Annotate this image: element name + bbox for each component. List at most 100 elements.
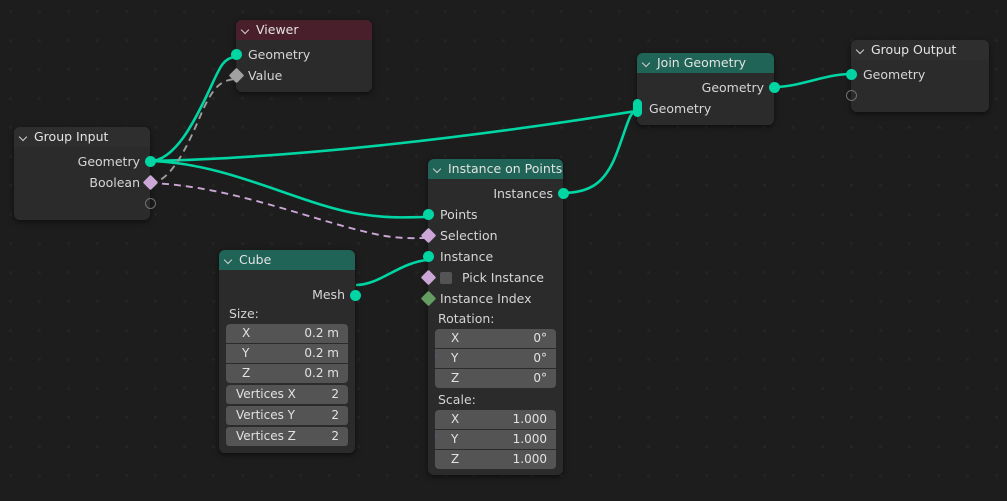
socket-geometry-output[interactable]	[144, 156, 156, 167]
chevron-down-icon[interactable]	[242, 26, 251, 35]
node-title: Instance on Points	[448, 161, 563, 176]
socket-row-geometry-multi-in[interactable]: Geometry	[632, 98, 774, 119]
rotation-z-field[interactable]: Z 0°	[435, 369, 556, 388]
axis-label: X	[242, 326, 251, 340]
node-title: Join Geometry	[657, 55, 747, 70]
socket-label: Value	[248, 68, 283, 83]
socket-label: Geometry	[248, 47, 311, 62]
chevron-down-icon[interactable]	[857, 46, 866, 55]
node-title: Viewer	[256, 22, 299, 37]
socket-boolean-output[interactable]	[142, 174, 158, 191]
socket-label: Mesh	[312, 287, 345, 302]
socket-geometry-multi-input[interactable]	[632, 99, 642, 117]
socket-row-boolean-out[interactable]: Boolean	[14, 172, 158, 193]
node-editor-canvas[interactable]: Group Input Geometry Boolean Viewer Geom…	[0, 0, 1007, 501]
socket-instances-output[interactable]	[557, 188, 569, 199]
socket-row-points-in[interactable]: Points	[422, 204, 563, 225]
node-header-instance-on-points[interactable]: Instance on Points	[428, 159, 563, 179]
socket-virtual-input[interactable]	[845, 90, 857, 101]
link-groupinput-geometry-to-instanceonpoints-points	[149, 159, 428, 219]
axis-label: X	[451, 412, 460, 426]
scale-fields: X 1.000 Y 1.000 Z 1.000	[435, 410, 556, 469]
field-value: 2	[331, 408, 339, 422]
node-group-output[interactable]: Group Output Geometry	[845, 40, 989, 112]
socket-geometry-output[interactable]	[768, 82, 780, 93]
axis-value: 0°	[533, 371, 547, 385]
node-header-join-geometry[interactable]: Join Geometry	[637, 53, 774, 73]
pick-instance-checkbox[interactable]	[440, 272, 452, 284]
chevron-down-icon[interactable]	[643, 59, 652, 68]
socket-row-pick-instance-in[interactable]: Pick Instance	[420, 267, 563, 288]
socket-label: Instance Index	[440, 291, 532, 306]
node-header-group-output[interactable]: Group Output	[851, 40, 989, 60]
link-groupinput-boolean-to-instanceonpoints-selection	[149, 182, 429, 240]
socket-geometry-input[interactable]	[845, 69, 857, 80]
size-fields: X 0.2 m Y 0.2 m Z 0.2 m	[226, 324, 348, 383]
socket-virtual-output[interactable]	[144, 198, 156, 209]
scale-x-field[interactable]: X 1.000	[435, 410, 556, 429]
socket-row-value-in[interactable]: Value	[228, 65, 372, 86]
socket-selection-input[interactable]	[420, 227, 436, 244]
field-value: 2	[331, 387, 339, 401]
socket-value-input[interactable]	[228, 67, 244, 84]
socket-label: Instances	[493, 186, 553, 201]
link-joingeometry-geometry-to-groupoutput-geometry	[773, 72, 852, 89]
axis-label: Z	[451, 452, 460, 466]
vertices-x-field[interactable]: Vertices X 2	[226, 385, 348, 404]
chevron-down-icon[interactable]	[20, 133, 29, 142]
node-header-cube[interactable]: Cube	[219, 250, 355, 270]
scale-y-field[interactable]: Y 1.000	[435, 430, 556, 449]
socket-row-instances-out[interactable]: Instances	[428, 183, 569, 204]
node-header-group-input[interactable]: Group Input	[14, 127, 150, 147]
socket-label: Selection	[440, 228, 498, 243]
axis-label: Y	[242, 346, 250, 360]
node-header-viewer[interactable]: Viewer	[236, 20, 372, 40]
vertices-z-field[interactable]: Vertices Z 2	[226, 427, 348, 446]
socket-geometry-input[interactable]	[230, 49, 242, 60]
scale-z-field[interactable]: Z 1.000	[435, 450, 556, 469]
axis-value: 1.000	[512, 432, 547, 446]
field-label: Vertices Z	[236, 429, 296, 443]
rotation-x-field[interactable]: X 0°	[435, 329, 556, 348]
socket-row-virtual-out[interactable]	[14, 193, 156, 214]
socket-pick-instance-input[interactable]	[420, 269, 436, 286]
field-label: Vertices Y	[236, 408, 296, 422]
socket-row-instance-in[interactable]: Instance	[422, 246, 563, 267]
vertices-fields: Vertices X 2 Vertices Y 2 Vertices Z 2	[226, 385, 348, 447]
rotation-y-field[interactable]: Y 0°	[435, 349, 556, 368]
size-z-field[interactable]: Z 0.2 m	[226, 364, 348, 383]
node-cube[interactable]: Cube Mesh Size: X 0.2 m Y 0.2 m Z 0.2 m …	[219, 250, 361, 453]
socket-row-geometry-in[interactable]: Geometry	[230, 44, 372, 65]
socket-instance-input[interactable]	[422, 251, 434, 262]
axis-value: 1.000	[512, 452, 547, 466]
node-group-input[interactable]: Group Input Geometry Boolean	[14, 127, 158, 220]
socket-label: Geometry	[649, 101, 712, 116]
socket-label: Pick Instance	[461, 270, 544, 285]
socket-row-mesh-out[interactable]: Mesh	[219, 274, 361, 304]
node-join-geometry[interactable]: Join Geometry Geometry Geometry	[632, 53, 780, 125]
node-content: Geometry Value	[228, 40, 372, 92]
link-instanceonpoints-instances-to-joingeometry-geometry	[561, 109, 637, 195]
socket-row-geometry-out[interactable]: Geometry	[14, 151, 156, 172]
axis-value: 1.000	[512, 412, 547, 426]
socket-row-geometry-out[interactable]: Geometry	[637, 77, 780, 98]
node-instance-on-points[interactable]: Instance on Points Instances Points Sele…	[420, 159, 569, 475]
socket-row-selection-in[interactable]: Selection	[420, 225, 563, 246]
node-content: Geometry Geometry	[632, 73, 780, 125]
socket-mesh-output[interactable]	[349, 290, 361, 301]
axis-value: 0.2 m	[304, 326, 339, 340]
socket-points-input[interactable]	[422, 209, 434, 220]
chevron-down-icon[interactable]	[434, 165, 443, 174]
vertices-y-field[interactable]: Vertices Y 2	[226, 406, 348, 425]
socket-label: Points	[440, 207, 478, 222]
chevron-down-icon[interactable]	[225, 256, 234, 265]
size-x-field[interactable]: X 0.2 m	[226, 324, 348, 343]
axis-value: 0.2 m	[304, 346, 339, 360]
node-viewer[interactable]: Viewer Geometry Value	[228, 20, 372, 92]
node-title: Group Output	[871, 42, 957, 57]
socket-row-instance-index-in[interactable]: Instance Index	[420, 288, 563, 309]
socket-instance-index-input[interactable]	[420, 290, 436, 307]
size-y-field[interactable]: Y 0.2 m	[226, 344, 348, 363]
socket-row-geometry-in[interactable]: Geometry	[845, 64, 989, 85]
socket-row-virtual-in[interactable]	[845, 85, 989, 106]
